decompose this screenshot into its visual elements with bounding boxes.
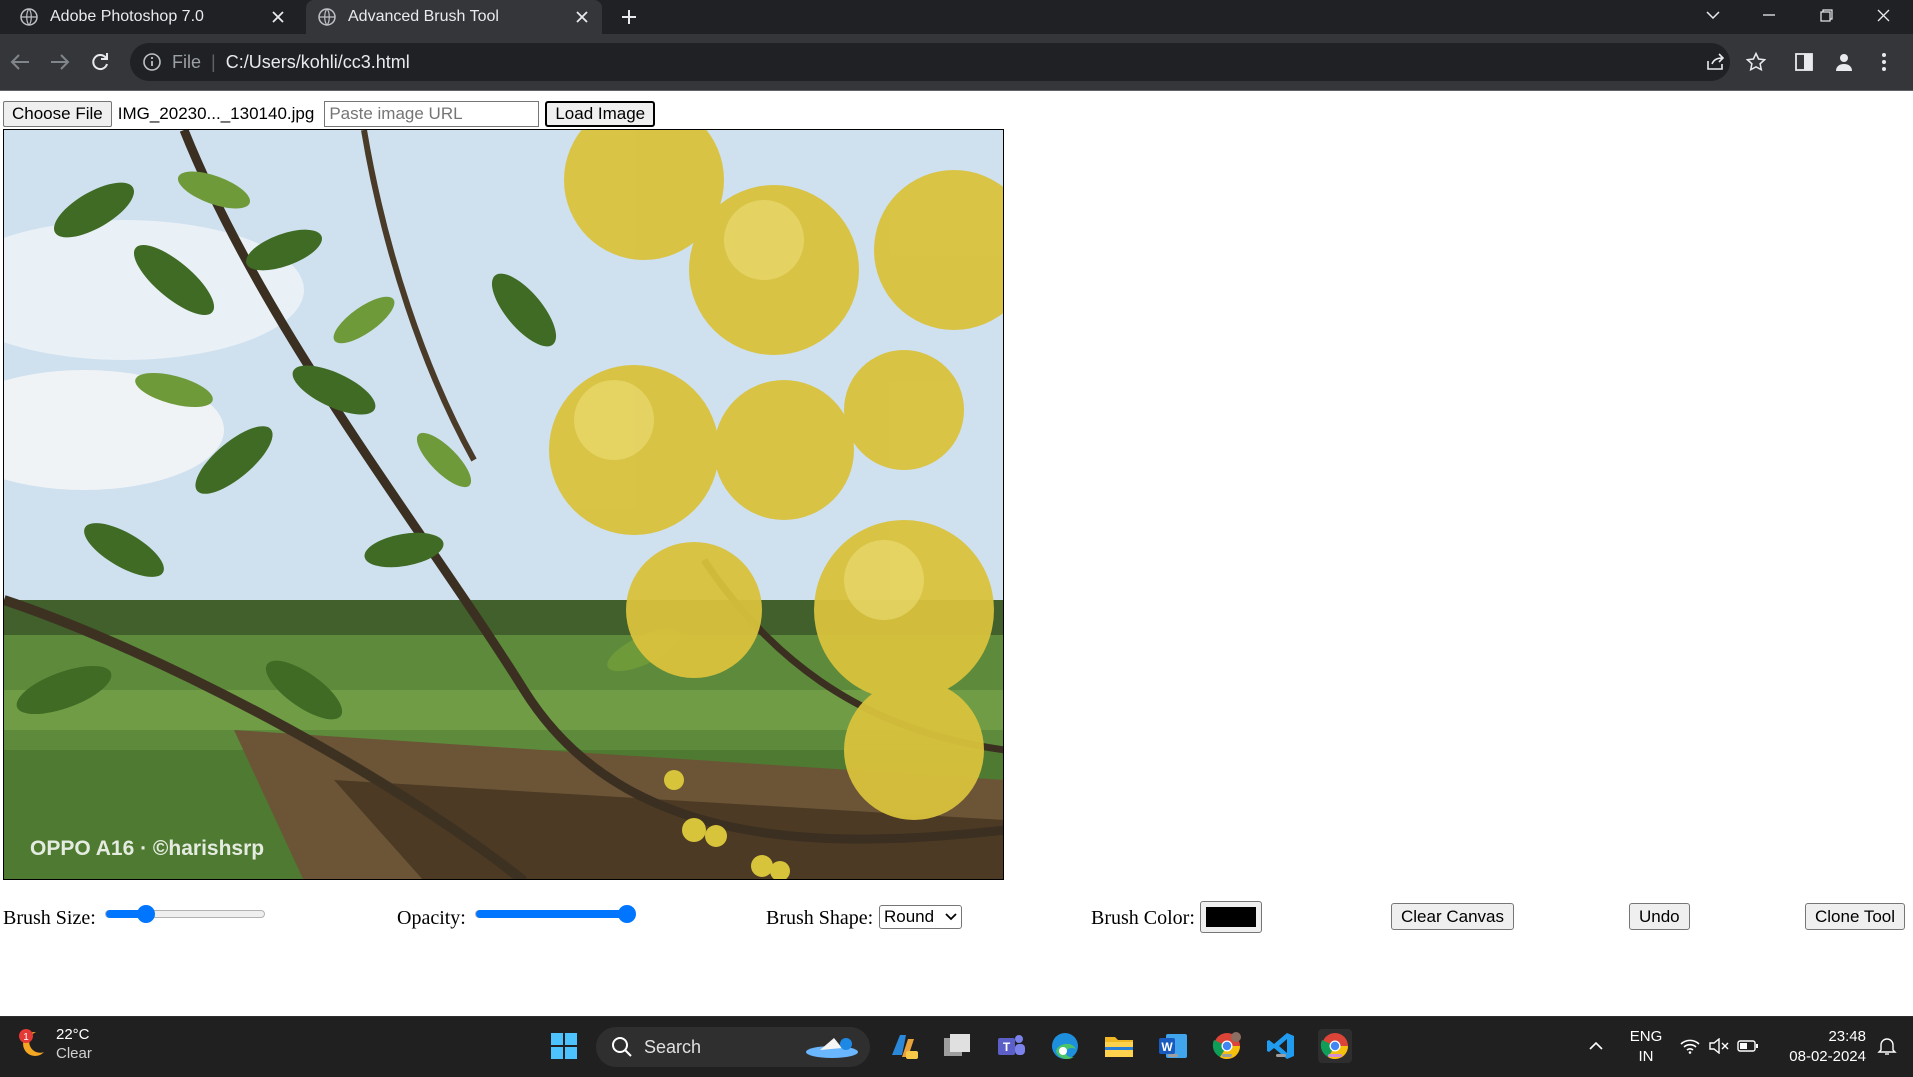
svg-text:W: W — [1161, 1040, 1173, 1054]
clear-canvas-button[interactable]: Clear Canvas — [1391, 903, 1514, 930]
opacity-slider[interactable] — [475, 905, 636, 923]
weather-condition: Clear — [56, 1045, 92, 1062]
brush-size-slider[interactable] — [105, 905, 265, 923]
back-button[interactable] — [6, 48, 34, 76]
brush-color-swatch — [1206, 907, 1256, 927]
forward-button[interactable] — [46, 48, 74, 76]
canvas-photo — [4, 130, 1003, 879]
moon-icon: 1 — [19, 1029, 44, 1056]
language-indicator[interactable]: ENG IN — [1622, 1027, 1670, 1067]
running-indicator — [1168, 1054, 1178, 1057]
tab-search-chevron-icon[interactable] — [1690, 0, 1736, 30]
opacity-fill — [476, 910, 627, 918]
chrome-profile-icon[interactable] — [1210, 1029, 1244, 1063]
running-indicator — [1276, 1054, 1286, 1057]
clock-date: 08-02-2024 — [1789, 1048, 1866, 1065]
clock[interactable]: 23:48 08-02-2024 — [1772, 1027, 1866, 1067]
drawing-canvas[interactable]: OPPO A16 · ©harishsrp — [3, 129, 1004, 880]
region-code: IN — [1638, 1048, 1654, 1065]
profile-avatar-icon[interactable] — [1830, 48, 1858, 76]
tab-title: Adobe Photoshop 7.0 — [50, 8, 204, 25]
bookmark-star-icon[interactable] — [1742, 48, 1770, 76]
globe-icon — [318, 8, 336, 26]
brush-size-label: Brush Size: — [3, 907, 96, 929]
vscode-icon[interactable] — [1264, 1029, 1298, 1063]
tab-advanced-brush-tool[interactable]: Advanced Brush Tool — [306, 0, 602, 34]
minimize-button[interactable] — [1746, 0, 1792, 30]
close-tab-icon[interactable] — [570, 5, 594, 29]
search-highlight-icon — [806, 1038, 858, 1058]
image-url-input[interactable] — [324, 101, 540, 127]
brush-shape-select[interactable]: Round — [879, 905, 962, 929]
choose-file-button[interactable]: Choose File — [3, 101, 112, 127]
browser-tab-strip: Adobe Photoshop 7.0 Advanced Brush Tool — [0, 0, 1913, 34]
tab-title: Advanced Brush Tool — [348, 8, 499, 25]
brush-size-thumb[interactable] — [137, 905, 155, 923]
photo-watermark: OPPO A16 · ©harishsrp — [30, 837, 265, 860]
brush-controls: Brush Size: Opacity: Brush Shape: Round … — [0, 897, 1913, 937]
close-tab-icon[interactable] — [266, 5, 290, 29]
brush-color-picker[interactable] — [1200, 901, 1262, 933]
clock-time: 23:48 — [1828, 1028, 1866, 1045]
reload-button[interactable] — [86, 48, 114, 76]
opacity-thumb[interactable] — [618, 905, 636, 923]
active-app-indicator — [1328, 1054, 1342, 1057]
weather-temperature: 22°C — [56, 1026, 90, 1043]
weather-widget[interactable]: 1 22°C Clear — [16, 1025, 92, 1063]
selected-file-name: IMG_20230..._130140.jpg — [117, 104, 315, 123]
brush-shape-value: Round — [884, 907, 935, 926]
undo-button[interactable]: Undo — [1629, 903, 1690, 930]
opacity-label: Opacity: — [397, 907, 466, 929]
teams-icon[interactable]: T — [994, 1029, 1028, 1063]
notifications-icon[interactable] — [1870, 1029, 1904, 1063]
info-icon[interactable] — [142, 52, 162, 72]
page-content: Choose File IMG_20230..._130140.jpg Load… — [0, 91, 1913, 1016]
battery-icon[interactable] — [1731, 1029, 1765, 1063]
image-loader-row: Choose File IMG_20230..._130140.jpg Load… — [3, 101, 656, 127]
more-menu-icon[interactable] — [1870, 48, 1898, 76]
globe-icon — [20, 8, 38, 26]
taskbar-search[interactable]: Search — [596, 1027, 870, 1067]
url-separator: | — [211, 51, 216, 72]
show-hidden-icons-chevron-icon[interactable] — [1579, 1029, 1613, 1063]
svg-text:1: 1 — [23, 1032, 29, 1043]
word-icon[interactable]: W — [1156, 1029, 1190, 1063]
windows-taskbar: 1 22°C Clear Search T W ENG IN 23:48 08-… — [0, 1016, 1913, 1077]
share-icon[interactable] — [1702, 48, 1730, 76]
tab-adobe-photoshop[interactable]: Adobe Photoshop 7.0 — [8, 0, 298, 34]
browser-toolbar: File | C:/Users/kohli/cc3.html — [0, 34, 1913, 91]
svg-text:T: T — [1003, 1040, 1011, 1054]
windows-start-icon[interactable] — [547, 1029, 581, 1063]
chrome-icon[interactable] — [1318, 1029, 1352, 1063]
url-text: C:/Users/kohli/cc3.html — [225, 51, 410, 72]
load-image-button[interactable]: Load Image — [545, 101, 656, 127]
brush-shape-label: Brush Shape: — [766, 907, 874, 929]
search-label: Search — [644, 1036, 702, 1057]
restore-button[interactable] — [1803, 0, 1849, 30]
file-explorer-icon[interactable] — [1102, 1029, 1136, 1063]
close-window-button[interactable] — [1860, 0, 1906, 30]
search-icon — [612, 1037, 632, 1057]
brush-color-label: Brush Color: — [1091, 907, 1195, 929]
address-bar[interactable]: File | C:/Users/kohli/cc3.html — [130, 43, 1730, 81]
side-panel-icon[interactable] — [1790, 48, 1818, 76]
language-code: ENG — [1629, 1028, 1663, 1045]
task-view-icon[interactable] — [940, 1029, 974, 1063]
clone-tool-button[interactable]: Clone Tool — [1805, 903, 1906, 930]
edge-icon[interactable] — [1048, 1029, 1082, 1063]
running-indicator — [1222, 1054, 1232, 1057]
copilot-icon[interactable] — [886, 1029, 920, 1063]
new-tab-button[interactable] — [616, 4, 642, 30]
url-scheme: File — [172, 51, 202, 72]
chevron-down-icon — [945, 913, 957, 921]
